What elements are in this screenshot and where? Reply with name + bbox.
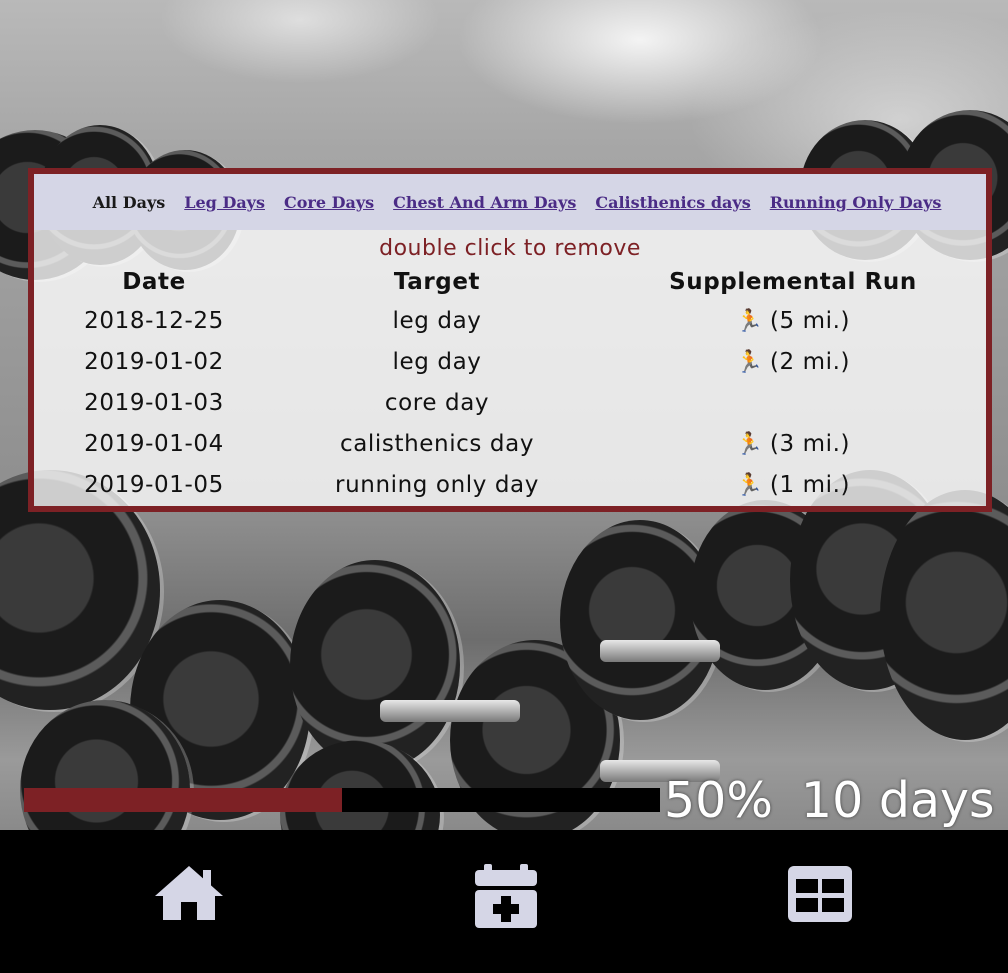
table-header-row: Date Target Supplemental Run	[34, 264, 986, 300]
table-row[interactable]: 2019-01-02 leg day 🏃 (2 mi.)	[34, 341, 986, 382]
row-date: 2018-12-25	[84, 307, 224, 334]
run-distance: (3 mi.)	[769, 430, 851, 457]
row-target: leg day	[392, 348, 482, 375]
progress-bar	[24, 788, 660, 812]
row-run: 🏃 (1 mi.)	[600, 464, 986, 505]
runner-icon: 🏃	[735, 349, 764, 375]
grid-view-icon	[788, 866, 852, 922]
tab-chest-and-arm-days[interactable]: Chest And Arm Days	[393, 193, 576, 212]
row-date: 2019-01-05	[84, 471, 224, 498]
day-filter-tabs: All Days Leg Days Core Days Chest And Ar…	[34, 174, 986, 230]
tab-calisthenics-days[interactable]: Calisthenics days	[595, 193, 750, 212]
row-run: 🏃 (2 mi.)	[600, 341, 986, 382]
remove-hint: double click to remove	[379, 236, 641, 261]
row-target: calisthenics day	[339, 430, 535, 457]
progress-label: 50% 10 days	[664, 772, 1008, 830]
table-row[interactable]: 2019-01-03 core day	[34, 382, 986, 423]
tab-running-only-days[interactable]: Running Only Days	[770, 193, 942, 212]
row-date: 2019-01-03	[84, 389, 224, 416]
bottom-nav	[0, 830, 1008, 973]
add-workout-day-button[interactable]	[470, 862, 542, 932]
tab-leg-days[interactable]: Leg Days	[184, 193, 265, 212]
run-distance: (2 mi.)	[769, 348, 851, 375]
run-distance: (5 mi.)	[769, 307, 851, 334]
row-date: 2019-01-02	[84, 348, 224, 375]
row-run	[600, 382, 986, 423]
row-run: 🏃 (3 mi.)	[600, 423, 986, 464]
home-button[interactable]	[153, 862, 225, 932]
progress-days: 10 days	[800, 772, 995, 829]
header-target: Target	[393, 269, 481, 295]
calendar-add-icon	[475, 864, 537, 928]
row-date: 2019-01-04	[84, 430, 224, 457]
row-target: running only day	[335, 471, 539, 498]
table-row[interactable]: 2019-01-05 running only day 🏃 (1 mi.)	[34, 464, 986, 505]
runner-icon: 🏃	[735, 308, 764, 334]
tab-core-days[interactable]: Core Days	[284, 193, 374, 212]
header-date: Date	[122, 269, 186, 295]
progress-percent: 50%	[664, 772, 773, 829]
table-row[interactable]: 2018-12-25 leg day 🏃 (5 mi.)	[34, 300, 986, 341]
workout-days-panel: All Days Leg Days Core Days Chest And Ar…	[28, 168, 992, 512]
home-icon	[155, 866, 223, 920]
header-supplemental-run: Supplemental Run	[669, 269, 917, 295]
grid-view-button[interactable]	[786, 862, 858, 932]
workout-days-table: Date Target Supplemental Run 2018-12-25 …	[34, 264, 986, 505]
runner-icon: 🏃	[735, 472, 764, 498]
tab-all-days[interactable]: All Days	[93, 193, 166, 212]
row-target: leg day	[392, 307, 482, 334]
row-run: 🏃 (5 mi.)	[600, 300, 986, 341]
run-distance: (1 mi.)	[769, 471, 851, 498]
row-target: core day	[384, 389, 490, 416]
table-row[interactable]: 2019-01-04 calisthenics day 🏃 (3 mi.)	[34, 423, 986, 464]
runner-icon: 🏃	[735, 431, 764, 457]
progress-bar-fill	[24, 788, 342, 812]
